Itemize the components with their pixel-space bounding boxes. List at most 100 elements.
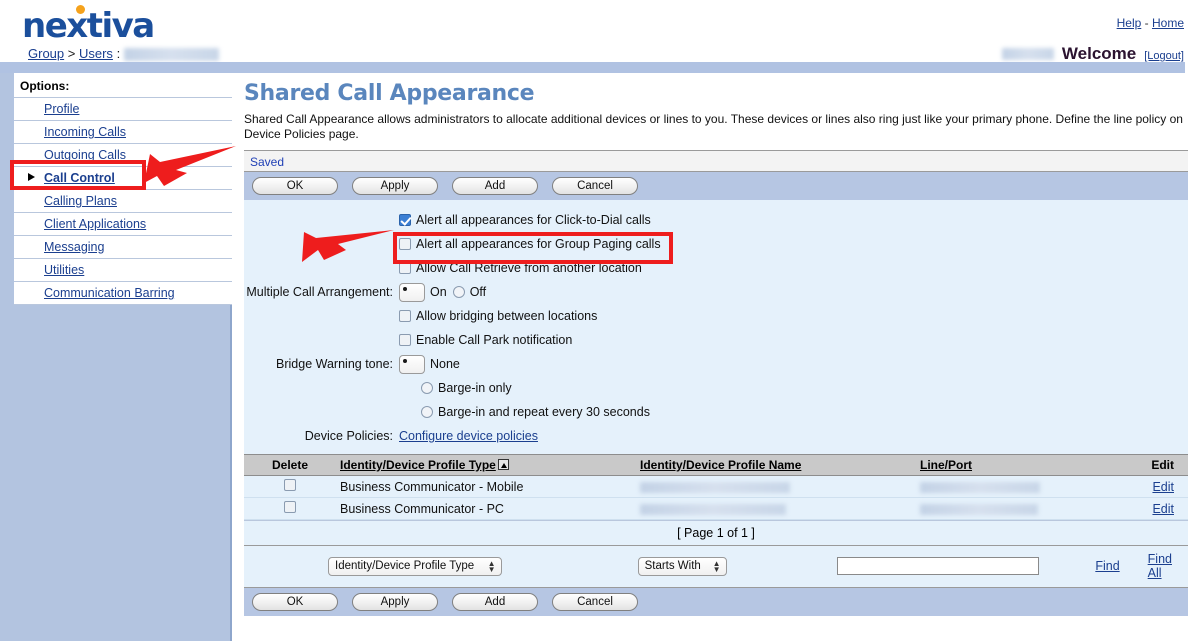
mca-off-label: Off [470, 285, 486, 299]
allow-bridging-checkbox[interactable] [399, 310, 411, 322]
alert-click-to-dial-label: Alert all appearances for Click-to-Dial … [416, 213, 651, 227]
sidebar-item-label[interactable]: Communication Barring [44, 286, 175, 300]
settings-form: Alert all appearances for Click-to-Dial … [244, 200, 1188, 454]
find-all-link[interactable]: Find All [1148, 552, 1188, 580]
sidebar-item-label[interactable]: Utilities [44, 263, 84, 277]
search-bar: Identity/Device Profile Type ▲▼ Starts W… [244, 546, 1188, 588]
breadcrumb-separator: > [68, 46, 76, 61]
breadcrumb-users-link[interactable]: Users [79, 46, 113, 61]
row-bridge-tone-barge-in: Barge-in only [244, 378, 1188, 398]
add-button-bottom[interactable]: Add [452, 593, 538, 611]
apply-button-top[interactable]: Apply [352, 177, 438, 195]
search-input[interactable] [837, 557, 1040, 575]
header-link-separator: - [1145, 16, 1149, 30]
triangle-right-icon [28, 173, 35, 181]
column-profile-type[interactable]: Identity/Device Profile Type [336, 455, 636, 476]
table-row: Business Communicator - Mobile Edit [244, 476, 1188, 498]
page-header: nextiva Group > Users : Help - Home Welc… [0, 0, 1194, 62]
sidebar-item-client-applications[interactable]: Client Applications [14, 213, 232, 236]
column-line-port[interactable]: Line/Port [916, 455, 1106, 476]
sidebar-item-label[interactable]: Client Applications [44, 217, 146, 231]
table-row: Business Communicator - PC Edit [244, 498, 1188, 520]
sidebar-item-label[interactable]: Outgoing Calls [44, 148, 126, 162]
sidebar-item-label[interactable]: Messaging [44, 240, 104, 254]
sidebar-item-messaging[interactable]: Messaging [14, 236, 232, 259]
sort-ascending-icon[interactable] [498, 459, 509, 470]
sidebar-item-incoming-calls[interactable]: Incoming Calls [14, 121, 232, 144]
bridge-tone-barge-in-repeat-radio[interactable] [421, 406, 433, 418]
device-policies-label: Device Policies: [244, 429, 399, 443]
ok-button-bottom[interactable]: OK [252, 593, 338, 611]
logout-container: [Logout] [1144, 50, 1184, 62]
cancel-button-top[interactable]: Cancel [552, 177, 638, 195]
sidebar-item-label[interactable]: Incoming Calls [44, 125, 126, 139]
sidebar-item-calling-plans[interactable]: Calling Plans [14, 190, 232, 213]
cancel-button-bottom[interactable]: Cancel [552, 593, 638, 611]
mca-on-radio[interactable] [399, 283, 425, 302]
home-link[interactable]: Home [1152, 16, 1184, 30]
page-indicator: [ Page 1 of 1 ] [244, 520, 1188, 546]
row-delete-cell [244, 476, 336, 498]
sidebar: Options: Profile Incoming Calls Outgoing… [0, 73, 232, 641]
sidebar-item-label[interactable]: Call Control [44, 171, 115, 185]
row-delete-cell [244, 498, 336, 520]
row-multiple-call-arrangement: Multiple Call Arrangement: On Off [244, 282, 1188, 302]
column-profile-name[interactable]: Identity/Device Profile Name [636, 455, 916, 476]
apply-button-bottom[interactable]: Apply [352, 593, 438, 611]
breadcrumb-user-redacted [124, 48, 219, 61]
logo-text: nextiva [22, 6, 154, 46]
row-line-port [916, 498, 1106, 520]
configure-device-policies-link[interactable]: Configure device policies [399, 429, 538, 443]
logout-link[interactable]: [Logout] [1144, 50, 1184, 62]
search-field-select[interactable]: Identity/Device Profile Type ▲▼ [328, 557, 502, 576]
allow-bridging-label: Allow bridging between locations [416, 309, 597, 323]
enable-call-park-checkbox[interactable] [399, 334, 411, 346]
bridge-tone-barge-in-radio[interactable] [421, 382, 433, 394]
row-line-port [916, 476, 1106, 498]
row-edit-cell: Edit [1106, 476, 1188, 498]
page-title: Shared Call Appearance [244, 81, 1188, 106]
row-device-policies: Device Policies: Configure device polici… [244, 426, 1188, 446]
sidebar-item-call-control[interactable]: Call Control [14, 167, 232, 190]
row-edit-link[interactable]: Edit [1152, 502, 1174, 516]
welcome-label: Welcome [1062, 44, 1136, 64]
sidebar-menu: Options: Profile Incoming Calls Outgoing… [14, 73, 232, 305]
bridge-tone-none-radio[interactable] [399, 355, 425, 374]
add-button-top[interactable]: Add [452, 177, 538, 195]
row-edit-link[interactable]: Edit [1152, 480, 1174, 494]
sidebar-item-label[interactable]: Profile [44, 102, 79, 116]
mca-off-radio[interactable] [453, 286, 465, 298]
sidebar-item-profile[interactable]: Profile [14, 98, 232, 121]
alert-group-paging-checkbox[interactable] [399, 238, 411, 250]
sidebar-item-label[interactable]: Calling Plans [44, 194, 117, 208]
sidebar-item-communication-barring[interactable]: Communication Barring [14, 282, 232, 305]
device-table-head: Delete Identity/Device Profile Type Iden… [244, 455, 1188, 476]
table-header-row: Delete Identity/Device Profile Type Iden… [244, 455, 1188, 476]
mca-on-label: On [430, 285, 447, 299]
allow-call-retrieve-label: Allow Call Retrieve from another locatio… [416, 261, 642, 275]
device-table: Delete Identity/Device Profile Type Iden… [244, 454, 1188, 520]
main-content: Shared Call Appearance Shared Call Appea… [234, 73, 1194, 641]
search-operator-select[interactable]: Starts With ▲▼ [638, 557, 727, 576]
multiple-call-arrangement-label: Multiple Call Arrangement: [244, 285, 399, 299]
help-link[interactable]: Help [1117, 16, 1142, 30]
ok-button-top[interactable]: OK [252, 177, 338, 195]
bottom-button-bar: OK Apply Add Cancel [244, 588, 1188, 616]
row-delete-checkbox[interactable] [284, 479, 296, 491]
nav-strip [0, 62, 1185, 73]
sidebar-item-outgoing-calls[interactable]: Outgoing Calls [14, 144, 232, 167]
alert-click-to-dial-checkbox[interactable] [399, 214, 411, 226]
row-profile-name [636, 498, 916, 520]
row-enable-call-park: Enable Call Park notification [244, 330, 1188, 350]
row-delete-checkbox[interactable] [284, 501, 296, 513]
breadcrumb: Group > Users : [28, 46, 219, 61]
row-line-port-redacted [920, 504, 1038, 515]
breadcrumb-group-link[interactable]: Group [28, 46, 64, 61]
search-operator-select-value: Starts With [645, 560, 701, 572]
enable-call-park-label: Enable Call Park notification [416, 333, 572, 347]
breadcrumb-colon: : [117, 46, 121, 61]
bridge-tone-barge-in-repeat-label: Barge-in and repeat every 30 seconds [438, 405, 650, 419]
sidebar-item-utilities[interactable]: Utilities [14, 259, 232, 282]
allow-call-retrieve-checkbox[interactable] [399, 262, 411, 274]
find-link[interactable]: Find [1095, 559, 1119, 573]
